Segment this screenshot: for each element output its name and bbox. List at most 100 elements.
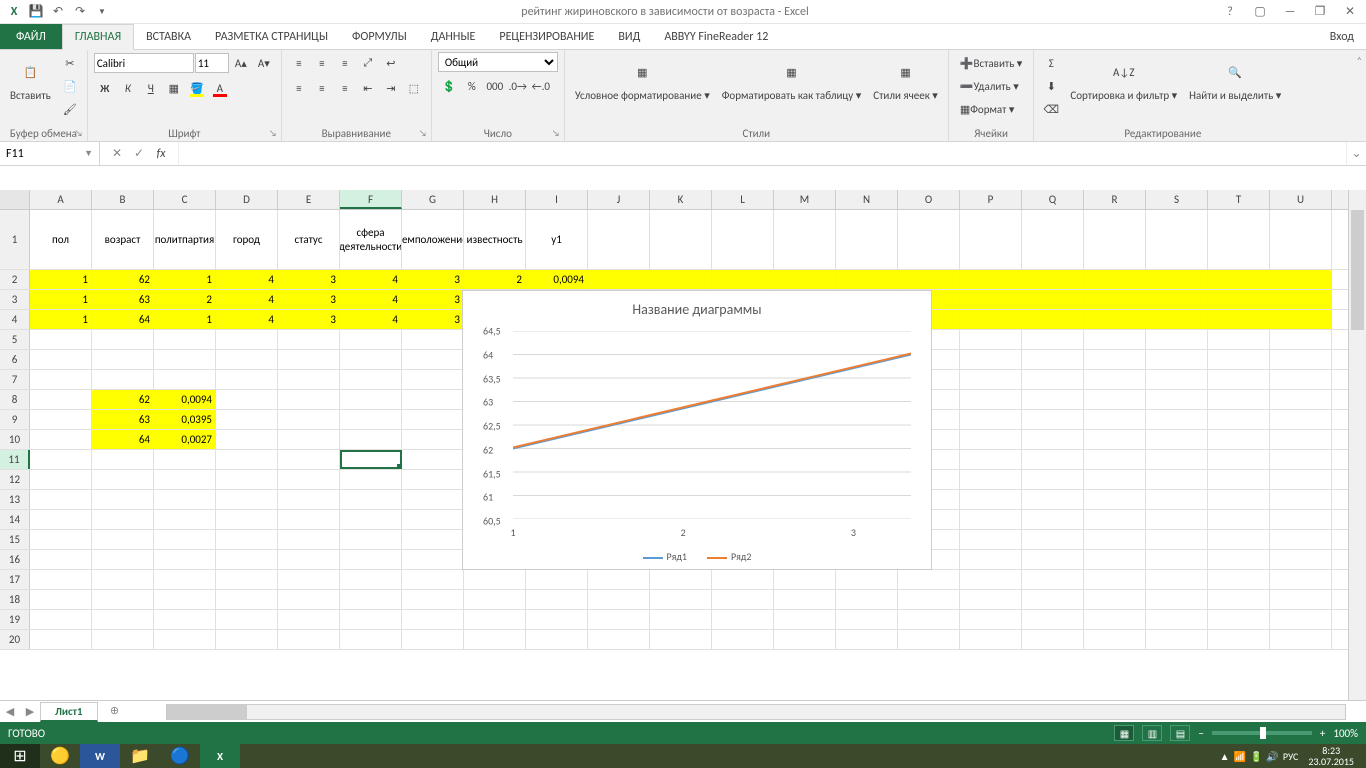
cell[interactable] [1208,570,1270,589]
row-header[interactable]: 10 [0,430,30,449]
column-header[interactable]: P [960,190,1022,209]
cell[interactable] [1146,390,1208,409]
cell[interactable] [774,610,836,629]
paste-button[interactable]: 📋 Вставить [6,52,55,106]
cell[interactable] [30,390,92,409]
cell[interactable] [1084,490,1146,509]
decrease-indent-icon[interactable]: ⇤ [357,77,379,99]
cell[interactable] [402,610,464,629]
cell[interactable] [1022,570,1084,589]
cell[interactable] [588,610,650,629]
cell[interactable] [278,570,340,589]
cell[interactable] [1084,610,1146,629]
column-header[interactable]: O [898,190,960,209]
percent-icon[interactable]: % [461,75,483,97]
cell[interactable] [960,370,1022,389]
cell[interactable] [960,550,1022,569]
cell[interactable] [1146,470,1208,489]
cell[interactable] [1022,210,1084,269]
comma-icon[interactable]: 000 [484,75,506,97]
cell[interactable] [30,430,92,449]
cell[interactable]: 62 [92,270,154,289]
cell[interactable] [92,370,154,389]
cell[interactable] [960,490,1022,509]
cell[interactable] [278,490,340,509]
fill-icon[interactable]: ⬇ [1040,75,1062,97]
cell[interactable] [402,370,464,389]
new-sheet-icon[interactable]: ⊕ [104,703,126,721]
cell[interactable] [154,610,216,629]
row-header[interactable]: 12 [0,470,30,489]
cell[interactable] [960,470,1022,489]
tray-clock[interactable]: 8:2323.07.2015 [1302,745,1360,767]
bold-button[interactable]: Ж [94,77,116,99]
cell[interactable] [340,390,402,409]
cell[interactable] [216,390,278,409]
cell[interactable] [898,590,960,609]
cell[interactable]: 4 [216,270,278,289]
cell[interactable] [1084,630,1146,649]
cell[interactable] [154,630,216,649]
cell[interactable] [92,470,154,489]
cell[interactable] [960,330,1022,349]
format-as-table-button[interactable]: ▦Форматировать как таблицу ▾ [718,52,866,106]
cell[interactable] [1084,550,1146,569]
cell[interactable] [340,590,402,609]
cell[interactable]: 2 [464,270,526,289]
cell[interactable] [1146,570,1208,589]
column-header[interactable]: K [650,190,712,209]
formula-input[interactable] [179,142,1346,165]
cell[interactable] [1208,530,1270,549]
cell[interactable] [30,630,92,649]
cell[interactable] [588,630,650,649]
cell[interactable]: 4 [340,270,402,289]
cell[interactable] [154,470,216,489]
cell[interactable] [960,290,1022,309]
cell[interactable] [1270,290,1332,309]
increase-font-icon[interactable]: A▴ [230,52,252,74]
cell[interactable] [402,390,464,409]
cell[interactable] [1208,550,1270,569]
cell[interactable] [1022,530,1084,549]
sort-filter-button[interactable]: A↓ZСортировка и фильтр ▾ [1066,52,1181,106]
cell[interactable] [154,590,216,609]
cell[interactable]: 4 [216,310,278,329]
decrease-decimal-icon[interactable]: ←.0 [530,75,552,97]
cell[interactable] [1146,370,1208,389]
cell[interactable] [30,550,92,569]
column-header[interactable]: H [464,190,526,209]
maximize-icon[interactable]: ❐ [1308,2,1332,22]
column-header[interactable]: Q [1022,190,1084,209]
cell[interactable] [402,550,464,569]
cell[interactable] [1022,590,1084,609]
cell[interactable] [1270,470,1332,489]
cell[interactable] [154,570,216,589]
zoom-level[interactable]: 100% [1333,727,1358,740]
cell[interactable] [712,590,774,609]
cell[interactable] [216,570,278,589]
increase-decimal-icon[interactable]: .0→ [507,75,529,97]
cell[interactable] [278,350,340,369]
cell[interactable] [464,630,526,649]
cell[interactable] [1208,210,1270,269]
cell[interactable] [774,210,836,269]
cell[interactable] [1208,290,1270,309]
cell[interactable] [340,350,402,369]
cell[interactable]: политпартия [154,210,216,269]
tab-file[interactable]: ФАЙЛ [0,24,62,49]
horizontal-scrollbar[interactable] [166,704,1346,720]
cell[interactable] [1270,310,1332,329]
cell[interactable] [1022,410,1084,429]
cell[interactable] [650,270,712,289]
tray-up-icon[interactable]: ▲ [1220,750,1230,763]
cell[interactable] [340,330,402,349]
column-header[interactable]: B [92,190,154,209]
cell[interactable] [1270,530,1332,549]
cell[interactable] [1084,290,1146,309]
select-all-corner[interactable] [0,190,30,209]
clipboard-launcher-icon[interactable]: ↘ [73,127,85,139]
row-header[interactable]: 6 [0,350,30,369]
cell[interactable] [712,610,774,629]
cancel-formula-icon[interactable]: ✕ [108,146,126,161]
cell[interactable] [960,450,1022,469]
